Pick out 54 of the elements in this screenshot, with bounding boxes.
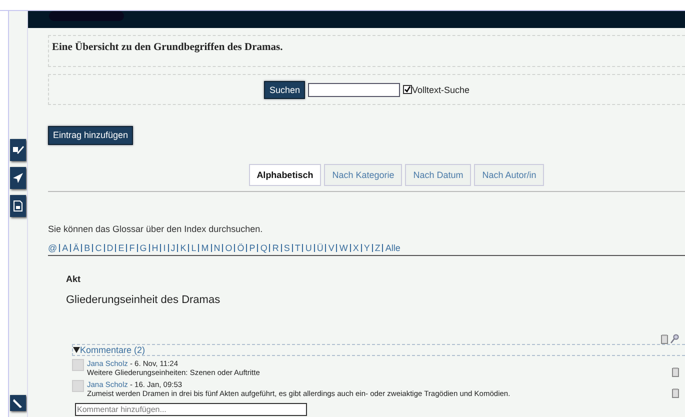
index-link[interactable]: L (188, 244, 198, 252)
index-link[interactable]: D (104, 244, 116, 252)
index-link[interactable]: O (222, 244, 234, 252)
index-link[interactable]: B (81, 244, 92, 252)
index-link[interactable]: J (168, 244, 178, 252)
index-link[interactable]: H (148, 244, 160, 252)
trash-icon[interactable] (661, 334, 668, 344)
index-link[interactable]: C (92, 244, 104, 252)
view-tab[interactable]: Nach Kategorie (324, 164, 402, 186)
index-hint: Sie können das Glossar über den Index durchsuchen. (48, 224, 264, 234)
index-link[interactable]: V (325, 244, 336, 252)
caret-icon[interactable] (73, 347, 80, 353)
index-link[interactable]: P (246, 244, 258, 252)
pencil-icon[interactable] (10, 395, 26, 411)
index-link[interactable]: S (280, 244, 292, 252)
index-link[interactable]: Q (257, 244, 270, 252)
index-link[interactable]: Alle (382, 244, 402, 252)
index-link[interactable]: N (210, 244, 222, 252)
index-link[interactable]: Z (372, 244, 382, 252)
fulltext-label: Volltext-Suche (412, 84, 470, 94)
view-tab[interactable]: Alphabetisch (248, 164, 322, 186)
index-link[interactable]: @ (48, 244, 60, 252)
index-link[interactable]: Ö (234, 244, 246, 252)
comment-field[interactable]: Kommentar hinzufügen... (75, 403, 307, 416)
index-link[interactable]: I (160, 244, 168, 252)
index-link[interactable]: G (136, 244, 149, 252)
comments-toggle[interactable]: Kommentare (2) (72, 344, 685, 356)
entry-definition: Gliederungseinheit des Dramas (66, 294, 222, 306)
index-link[interactable]: A (59, 244, 70, 252)
index-link[interactable]: W (336, 244, 350, 252)
index-link[interactable]: E (115, 244, 126, 252)
search-button[interactable]: Suchen (264, 80, 305, 98)
entry-term: Akt (66, 274, 82, 284)
edit-tools-icon[interactable] (10, 139, 26, 161)
trash-icon[interactable] (672, 388, 679, 398)
index-link[interactable]: T (292, 244, 302, 252)
index-link[interactable]: K (177, 244, 188, 252)
add-entry-button[interactable]: Eintrag hinzufügen (48, 126, 134, 145)
index-link[interactable]: U (302, 244, 314, 252)
index-link[interactable]: M (198, 244, 211, 252)
view-tab[interactable]: Nach Datum (405, 164, 472, 186)
index-link[interactable]: F (126, 244, 137, 252)
avatar (72, 380, 84, 392)
index-link[interactable]: X (350, 244, 361, 252)
glossary-description: Eine Übersicht zu den Grundbegriffen des Dramas. (51, 42, 283, 55)
trash-icon[interactable] (672, 367, 679, 377)
search-field[interactable] (308, 82, 400, 96)
view-tab[interactable]: Nach Autor/in (474, 164, 544, 186)
index-link[interactable]: Y (360, 244, 372, 252)
avatar (72, 359, 84, 371)
fulltext-checkbox[interactable] (402, 85, 412, 94)
index-link[interactable]: Ü (314, 244, 326, 252)
index-link[interactable]: R (269, 244, 281, 252)
index-link[interactable]: Ä (70, 244, 82, 252)
